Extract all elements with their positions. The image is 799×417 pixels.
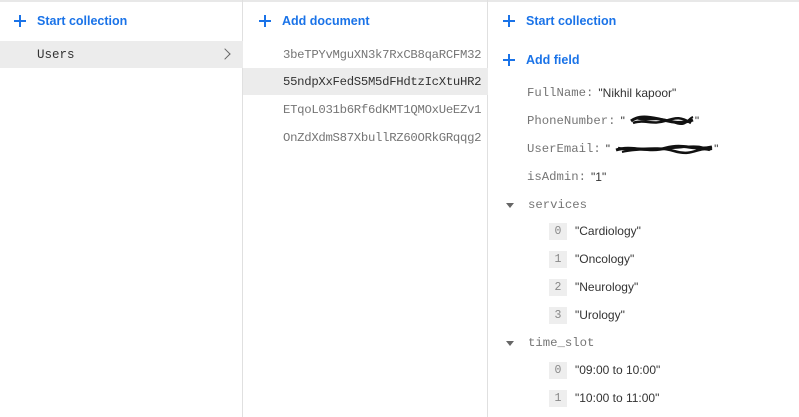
plus-icon: [14, 15, 26, 27]
field-key: time_slot: [528, 336, 595, 350]
document-id: 55ndpXxFedS5M5dFHdtzIcXtuHR2: [283, 74, 482, 89]
array-item[interactable]: 0 "Cardiology": [549, 222, 641, 240]
document-row[interactable]: 3beTPYvMguXN3k7RxCB8qaRCFM32: [243, 41, 488, 68]
array-index: 0: [549, 361, 567, 379]
document-id: 3beTPYvMguXN3k7RxCB8qaRCFM32: [283, 47, 482, 62]
array-index: 3: [549, 306, 567, 324]
add-field-button[interactable]: Add field: [503, 50, 579, 70]
array-value: "Cardiology": [575, 224, 641, 238]
start-collection-label: Start collection: [37, 14, 128, 28]
quote-close: ": [694, 114, 700, 128]
collection-name: Users: [37, 47, 75, 62]
fields-panel: Start collection Add field FullName: "Ni…: [489, 0, 799, 417]
array-value: "Urology": [575, 308, 625, 322]
add-field-label: Add field: [526, 53, 580, 67]
array-item[interactable]: 2 "Neurology": [549, 278, 638, 296]
array-value: "Neurology": [575, 280, 639, 294]
quote-open: ": [605, 142, 611, 156]
chevron-right-icon: [219, 48, 231, 60]
field-user-email[interactable]: UserEmail: " ": [527, 140, 718, 158]
field-time-slot[interactable]: time_slot: [506, 334, 594, 352]
plus-icon: [503, 54, 515, 66]
array-value: "10:00 to 11:00": [575, 391, 660, 405]
field-key: FullName:: [527, 86, 594, 100]
field-key: PhoneNumber:: [527, 114, 616, 128]
array-item[interactable]: 3 "Urology": [549, 306, 625, 324]
collections-panel: Start collection Users: [0, 0, 243, 417]
field-key: UserEmail:: [527, 142, 601, 156]
quote-open: ": [620, 114, 625, 128]
start-collection-button[interactable]: Start collection: [14, 11, 127, 31]
document-row[interactable]: OnZdXdmS87XbullRZ60ORkGRqqg2: [243, 124, 488, 151]
field-key: isAdmin:: [527, 170, 587, 184]
field-services[interactable]: services: [506, 196, 587, 214]
field-phone-number[interactable]: PhoneNumber: " ": [527, 112, 699, 130]
array-value: "Oncology": [575, 252, 635, 266]
array-index: 1: [549, 389, 567, 407]
field-value: "1": [591, 170, 607, 184]
array-value: "09:00 to 10:00": [575, 363, 661, 377]
redaction-scribble: [615, 144, 713, 155]
field-value: "Nikhil kapoor": [598, 86, 677, 100]
field-key: services: [528, 198, 588, 212]
document-row-selected[interactable]: 55ndpXxFedS5M5dFHdtzIcXtuHR2: [243, 68, 488, 95]
start-collection-label: Start collection: [526, 14, 617, 28]
array-item[interactable]: 0 "09:00 to 10:00": [549, 361, 660, 379]
field-fullname[interactable]: FullName: "Nikhil kapoor": [527, 84, 676, 102]
plus-icon: [503, 15, 515, 27]
document-id: OnZdXdmS87XbullRZ60ORkGRqqg2: [283, 130, 482, 145]
collapse-triangle-icon[interactable]: [506, 340, 514, 346]
start-collection-button[interactable]: Start collection: [503, 11, 616, 31]
document-row[interactable]: ETqoL031b6Rf6dKMT1QMOxUeEZv1: [243, 96, 488, 123]
add-document-label: Add document: [282, 14, 370, 28]
plus-icon: [259, 15, 271, 27]
field-is-admin[interactable]: isAdmin: "1": [527, 168, 606, 186]
redaction-scribble: [629, 115, 694, 126]
document-id: ETqoL031b6Rf6dKMT1QMOxUeEZv1: [283, 102, 482, 117]
collection-item-users[interactable]: Users: [0, 41, 243, 68]
array-item[interactable]: 1 "10:00 to 11:00": [549, 389, 659, 407]
array-index: 0: [549, 222, 567, 240]
array-index: 1: [549, 250, 567, 268]
add-document-button[interactable]: Add document: [259, 11, 370, 31]
array-item[interactable]: 1 "Oncology": [549, 250, 634, 268]
array-index: 2: [549, 278, 567, 296]
quote-close: ": [714, 142, 719, 156]
collapse-triangle-icon[interactable]: [506, 202, 514, 208]
documents-panel: Add document 3beTPYvMguXN3k7RxCB8qaRCFM3…: [243, 0, 488, 417]
